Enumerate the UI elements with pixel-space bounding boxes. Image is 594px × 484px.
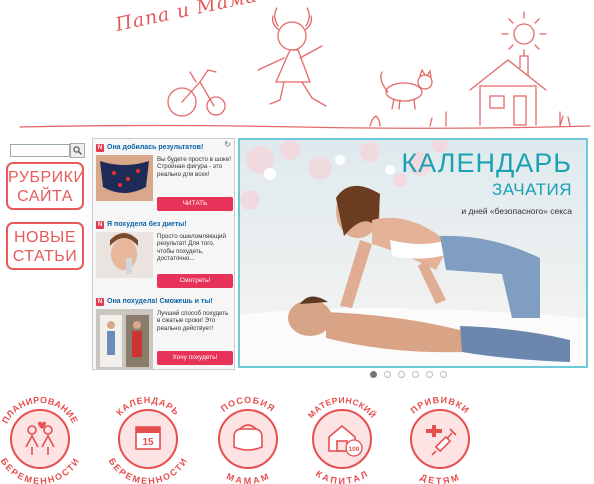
- slider-dot[interactable]: [370, 371, 377, 378]
- search-icon: [73, 146, 82, 155]
- banner-subtitle: ЗАЧАТИЯ: [492, 180, 572, 199]
- ad-image[interactable]: [96, 232, 153, 278]
- calendar-day: 15: [142, 437, 154, 448]
- search-input[interactable]: [10, 144, 70, 157]
- ad-lose-weight-button[interactable]: Хочу похудеть!: [157, 351, 233, 365]
- slider-dot[interactable]: [426, 371, 433, 378]
- maternity-capital-link[interactable]: МАТЕРИНСКИЙ КАПИТАЛ 100: [306, 395, 379, 484]
- ad-brand-icon: N: [96, 297, 104, 306]
- new-articles-button[interactable]: НОВЫЕ СТАТЬИ: [6, 222, 84, 270]
- ad-brand-icon: N: [96, 143, 104, 152]
- ads-block: ↻ N Она добилась результатов! Вы будете п…: [92, 138, 235, 370]
- coin-value: 100: [349, 446, 360, 453]
- wallet-icon: [233, 424, 263, 451]
- ad-image[interactable]: [96, 309, 153, 369]
- svg-text:МАМАМ: МАМАМ: [225, 471, 271, 484]
- pregnancy-calendar-link[interactable]: КАЛЕНДАРЬ БЕРЕМЕННОСТИ 15: [107, 395, 190, 484]
- vaccinations-link[interactable]: ПРИВИВКИ ДЕТЯМ: [409, 395, 472, 484]
- children-label: ДЕТЯМ: [419, 472, 460, 484]
- section-circles: ПЛАНИРОВАНИЕ БЕРЕМЕННОСТИ КАЛЕНДАРЬ БЕРЕ…: [0, 395, 594, 484]
- ad-text: Лучший способ похудеть в сжатые сроки! Э…: [157, 310, 229, 332]
- capital-label: КАПИТАЛ: [314, 468, 369, 484]
- banner-caption: и дней «безопасного» секса: [461, 206, 572, 216]
- coin-badge: 100: [345, 439, 363, 457]
- hero-banner[interactable]: КАЛЕНДАРЬ ЗАЧАТИЯ и дней «безопасного» с…: [238, 138, 588, 368]
- slider-dot[interactable]: [440, 371, 447, 378]
- ad-brand-icon: N: [96, 220, 104, 229]
- benefits-link[interactable]: ПОСОБИЯ МАМАМ: [218, 395, 278, 484]
- page: Папа и Мама РУБРИКИ САЙТА НОВЫЕ СТАТЬИ ↻…: [0, 0, 594, 484]
- rubrics-label-2: САЙТА: [17, 188, 73, 205]
- svg-text:КАПИТАЛ: КАПИТАЛ: [314, 468, 370, 484]
- slider-dots: [370, 371, 447, 378]
- ad-watch-button[interactable]: Смотреть!: [157, 274, 233, 288]
- search-button[interactable]: [70, 143, 85, 158]
- slider-dot[interactable]: [398, 371, 405, 378]
- header: Папа и Мама: [0, 0, 594, 135]
- calendar-icon: 15: [135, 426, 161, 450]
- new-articles-label-2: СТАТЬИ: [12, 248, 78, 265]
- moms-label: МАМАМ: [225, 471, 270, 484]
- banner-title: КАЛЕНДАРЬ: [401, 148, 572, 178]
- ad-title[interactable]: NЯ похудела без диеты!: [96, 219, 233, 230]
- ad-text: Вы будете просто в шоке! Стройная фигура…: [157, 156, 231, 178]
- planning-pregnancy-link[interactable]: ПЛАНИРОВАНИЕ БЕРЕМЕННОСТИ: [0, 395, 81, 484]
- svg-text:ДЕТЯМ: ДЕТЯМ: [419, 472, 461, 484]
- header-illustration: [19, 7, 591, 129]
- rubrics-label-1: РУБРИКИ: [8, 169, 86, 186]
- rubrics-button[interactable]: РУБРИКИ САЙТА: [6, 162, 86, 210]
- slider-dot[interactable]: [412, 371, 419, 378]
- ad-title[interactable]: N Она добилась результатов!: [96, 142, 233, 153]
- ad-text: Просто ошеломляющий результат! Для того,…: [157, 233, 226, 263]
- new-articles-label-1: НОВЫЕ: [13, 229, 76, 246]
- ad-title[interactable]: N Она похудела! Сможешь и ты!: [96, 296, 233, 307]
- ad-read-button[interactable]: ЧИТАТЬ: [157, 197, 233, 211]
- ad-image[interactable]: [96, 155, 153, 201]
- slider-dot[interactable]: [384, 371, 391, 378]
